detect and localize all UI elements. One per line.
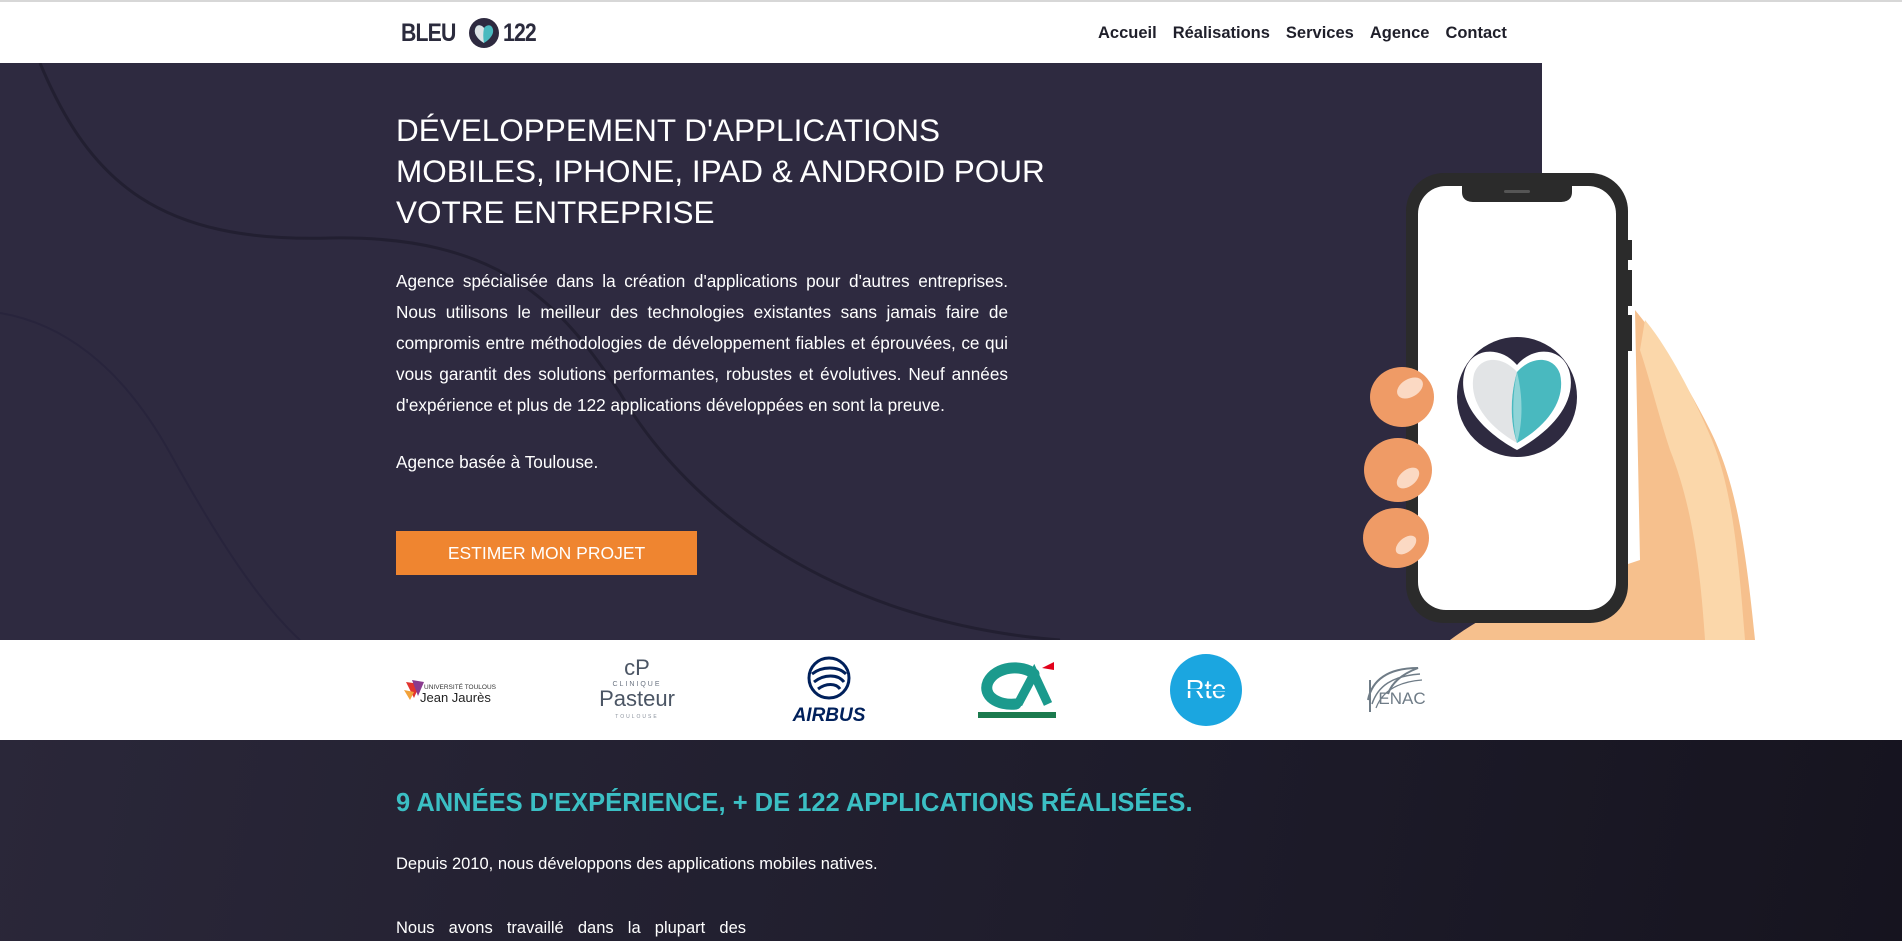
- hero-location: Agence basée à Toulouse.: [396, 452, 599, 472]
- estimate-project-button[interactable]: ESTIMER MON PROJET: [396, 531, 697, 575]
- client-logo-credit-agricole: [974, 640, 1060, 740]
- client-logo-enac: ENAC: [1358, 640, 1434, 740]
- credit-agricole-logo-icon: [978, 662, 1056, 718]
- rte-logo-icon: Rte: [1170, 654, 1242, 726]
- ut2j-name-label: Jean Jaurès: [420, 690, 491, 705]
- hero-description: Agence spécialisée dans la création d'ap…: [396, 271, 1008, 415]
- enac-label: ENAC: [1378, 689, 1425, 708]
- site-logo[interactable]: BLEU 122: [401, 16, 542, 50]
- ut2j-logo-icon: UNIVERSITÉ TOULOUSE Jean Jaurès: [404, 680, 496, 705]
- experience-title: 9 ANNÉES D'EXPÉRIENCE, + DE 122 APPLICAT…: [396, 789, 1193, 817]
- main-nav: Accueil Réalisations Services Agence Con…: [1098, 24, 1507, 43]
- enac-logo-icon: ENAC: [1367, 667, 1426, 712]
- client-logo-airbus: AIRBUS: [782, 640, 876, 740]
- airbus-logo-icon: AIRBUS: [792, 656, 866, 726]
- nav-agence[interactable]: Agence: [1370, 24, 1430, 43]
- nav-services[interactable]: Services: [1286, 24, 1354, 43]
- pasteur-city-label: TOULOUSE: [615, 714, 658, 720]
- client-logos-strip: UNIVERSITÉ TOULOUSE Jean Jaurès cP CLINI…: [0, 640, 1902, 740]
- client-logo-clinique-pasteur: cP CLINIQUE Pasteur TOULOUSE: [592, 640, 682, 740]
- logo-text-left: BLEU: [401, 18, 456, 47]
- client-logo-rte: Rte: [1168, 640, 1244, 740]
- pasteur-logo-icon: cP CLINIQUE Pasteur TOULOUSE: [599, 655, 675, 720]
- site-header: BLEU 122 Accueil Réalisations Services A…: [0, 2, 1902, 63]
- airbus-label: AIRBUS: [792, 705, 866, 726]
- heart-logo-icon: [469, 18, 500, 48]
- experience-intro: Depuis 2010, nous développons des applic…: [396, 855, 878, 873]
- nav-contact[interactable]: Contact: [1445, 24, 1506, 43]
- hero-title: DÉVELOPPEMENT D'APPLICATIONS MOBILES, IP…: [396, 112, 1045, 230]
- client-logo-ut2j: UNIVERSITÉ TOULOUSE Jean Jaurès: [400, 640, 496, 740]
- hero-section: DÉVELOPPEMENT D'APPLICATIONS MOBILES, IP…: [0, 63, 1542, 640]
- pasteur-name-label: Pasteur: [599, 686, 675, 711]
- hand-holding-phone-illustration: [1363, 173, 1755, 640]
- nav-realisations[interactable]: Réalisations: [1173, 24, 1270, 43]
- experience-paragraph: Nous avons travaillé dans la plupart des: [396, 919, 746, 937]
- logo-text-right: 122: [503, 18, 537, 47]
- nav-accueil[interactable]: Accueil: [1098, 24, 1157, 43]
- experience-section: 9 ANNÉES D'EXPÉRIENCE, + DE 122 APPLICAT…: [0, 740, 1902, 941]
- pasteur-mark: cP: [624, 655, 650, 680]
